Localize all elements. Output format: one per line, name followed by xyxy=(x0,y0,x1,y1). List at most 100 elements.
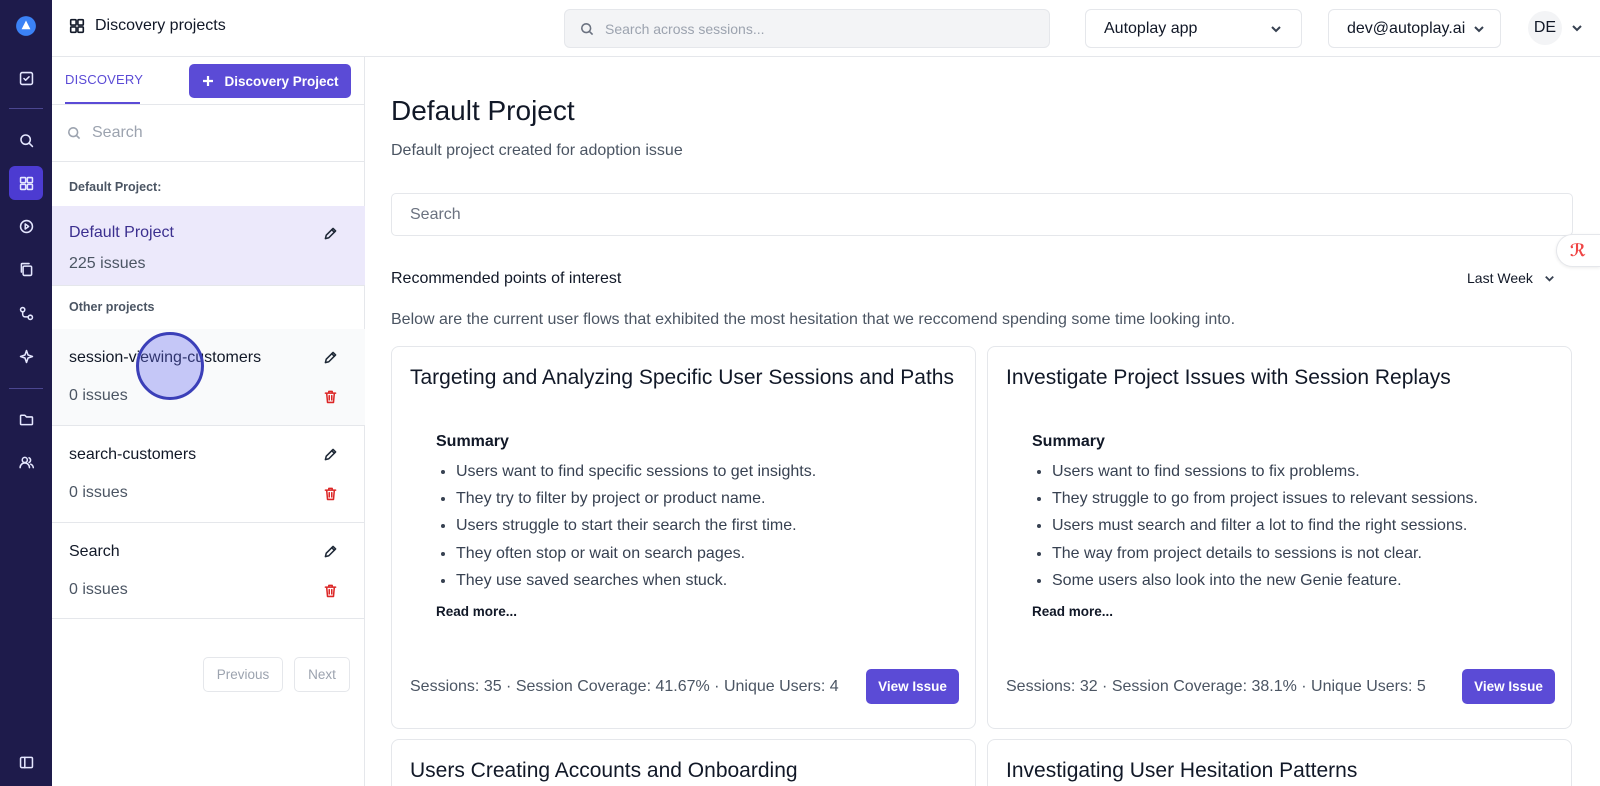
logo-icon[interactable] xyxy=(9,9,43,43)
search-icon xyxy=(581,22,594,35)
plus-icon xyxy=(203,76,214,86)
other-projects-heading: Other projects xyxy=(69,300,155,314)
points-of-interest-heading: Recommended points of interest xyxy=(391,270,622,287)
project-item-default[interactable]: Default Project 225 issues xyxy=(52,206,365,286)
app-select[interactable]: Autoplay app xyxy=(1085,9,1302,48)
projects-sidebar: DISCOVERY Discovery Project Default Proj… xyxy=(52,57,365,786)
chevron-down-icon xyxy=(1545,275,1554,282)
read-more-link[interactable]: Read more... xyxy=(1032,604,1113,619)
page-title: Discovery projects xyxy=(68,17,226,35)
default-project-heading: Default Project: xyxy=(69,180,162,194)
global-search[interactable] xyxy=(564,9,1050,48)
read-more-link[interactable]: Read more... xyxy=(436,604,517,619)
summary-item: Users want to find sessions to fix probl… xyxy=(1052,462,1478,489)
cursor-highlight xyxy=(136,332,204,400)
trash-icon[interactable] xyxy=(318,384,342,408)
project-issue-count: 0 issues xyxy=(69,581,128,598)
issue-card: Users Creating Accounts and Onboarding xyxy=(391,739,976,786)
folder-icon[interactable] xyxy=(9,402,43,436)
project-issue-count: 0 issues xyxy=(69,387,128,404)
issue-stats: Sessions: 32 · Session Coverage: 38.1% ·… xyxy=(1006,678,1426,695)
nav-rail xyxy=(0,0,52,786)
project-search-input[interactable] xyxy=(92,124,332,142)
summary-item: Users must search and filter a lot to fi… xyxy=(1052,516,1478,543)
issue-card-title: Investigating User Hesitation Patterns xyxy=(1006,759,1358,782)
sparkle-icon[interactable] xyxy=(9,339,43,373)
tab-discovery[interactable]: DISCOVERY xyxy=(65,72,143,87)
copy-icon[interactable] xyxy=(9,252,43,286)
app-select-value: Autoplay app xyxy=(1104,19,1198,37)
project-name: Search xyxy=(69,543,120,560)
chevron-down-icon xyxy=(1271,25,1281,32)
view-issue-button[interactable]: View Issue xyxy=(1462,669,1555,704)
chevron-down-icon xyxy=(1474,25,1484,32)
top-bar: Discovery projects Autoplay app dev@auto… xyxy=(52,0,1600,57)
floating-widget-button[interactable]: ℛ xyxy=(1556,234,1600,267)
issue-card-title: Users Creating Accounts and Onboarding xyxy=(410,759,798,782)
project-item[interactable]: search-customers 0 issues xyxy=(52,426,365,523)
period-select[interactable]: Last Week xyxy=(1467,270,1556,286)
account-select-value: dev@autoplay.ai xyxy=(1347,19,1466,37)
avatar[interactable]: DE xyxy=(1528,11,1562,45)
project-issue-count: 0 issues xyxy=(69,484,128,501)
pencil-icon[interactable] xyxy=(318,442,342,466)
new-discovery-project-button[interactable]: Discovery Project xyxy=(189,64,351,98)
project-search[interactable] xyxy=(52,105,365,162)
play-icon[interactable] xyxy=(9,209,43,243)
dashboard-icon xyxy=(69,18,85,34)
users-icon[interactable] xyxy=(9,445,43,479)
project-title: Default Project xyxy=(391,95,575,126)
project-issue-count: 225 issues xyxy=(69,255,146,272)
rail-divider xyxy=(9,108,43,109)
page-title-text: Discovery projects xyxy=(95,17,226,34)
next-page-button[interactable]: Next xyxy=(294,657,350,692)
summary-heading: Summary xyxy=(1032,433,1105,450)
search-icon[interactable] xyxy=(9,123,43,157)
issue-card: Investigate Project Issues with Session … xyxy=(987,346,1572,729)
summary-list: Users want to find specific sessions to … xyxy=(456,462,816,598)
previous-page-button[interactable]: Previous xyxy=(203,657,283,692)
points-of-interest-description: Below are the current user flows that ex… xyxy=(391,311,1236,328)
period-select-value: Last Week xyxy=(1467,270,1533,286)
view-issue-button[interactable]: View Issue xyxy=(866,669,959,704)
search-icon xyxy=(68,126,81,140)
tasks-icon[interactable] xyxy=(9,61,43,95)
account-select[interactable]: dev@autoplay.ai xyxy=(1328,9,1501,48)
sidebar-toggle-icon[interactable] xyxy=(9,745,43,779)
issue-card: Investigating User Hesitation Patterns xyxy=(987,739,1572,786)
issue-card-title: Targeting and Analyzing Specific User Se… xyxy=(410,366,954,389)
trash-icon[interactable] xyxy=(318,481,342,505)
logo-icon: ℛ xyxy=(1570,240,1586,261)
global-search-input[interactable] xyxy=(605,20,1025,37)
summary-item: Some users also look into the new Genie … xyxy=(1052,571,1478,598)
issue-card-title: Investigate Project Issues with Session … xyxy=(1006,366,1451,389)
issue-stats: Sessions: 35 · Session Coverage: 41.67% … xyxy=(410,678,839,695)
summary-item: The way from project details to sessions… xyxy=(1052,544,1478,571)
project-item[interactable]: session-viewing-customers 0 issues xyxy=(52,329,365,426)
new-discovery-project-label: Discovery Project xyxy=(224,73,339,89)
project-name: Default Project xyxy=(69,224,174,241)
project-name: search-customers xyxy=(69,446,197,463)
issues-search[interactable] xyxy=(391,193,1573,236)
issues-search-input[interactable] xyxy=(410,205,1510,224)
flow-icon[interactable] xyxy=(9,296,43,330)
issue-card: Targeting and Analyzing Specific User Se… xyxy=(391,346,976,729)
summary-item: They struggle to go from project issues … xyxy=(1052,489,1478,516)
summary-item: Users struggle to start their search the… xyxy=(456,516,816,543)
summary-list: Users want to find sessions to fix probl… xyxy=(1052,462,1478,598)
summary-item: They try to filter by project or product… xyxy=(456,489,816,516)
trash-icon[interactable] xyxy=(318,578,342,602)
main-content: Default Project Default project created … xyxy=(365,57,1600,786)
pencil-icon[interactable] xyxy=(318,539,342,563)
summary-item: Users want to find specific sessions to … xyxy=(456,462,816,489)
rail-divider xyxy=(9,388,43,389)
summary-item: They often stop or wait on search pages. xyxy=(456,544,816,571)
dashboard-icon[interactable] xyxy=(9,166,43,200)
summary-item: They use saved searches when stuck. xyxy=(456,571,816,598)
pencil-icon[interactable] xyxy=(318,345,342,369)
pencil-icon[interactable] xyxy=(318,221,342,245)
summary-heading: Summary xyxy=(436,433,509,450)
project-description: Default project created for adoption iss… xyxy=(391,142,683,159)
project-item[interactable]: Search 0 issues xyxy=(52,523,365,619)
chevron-down-icon[interactable] xyxy=(1570,21,1584,40)
